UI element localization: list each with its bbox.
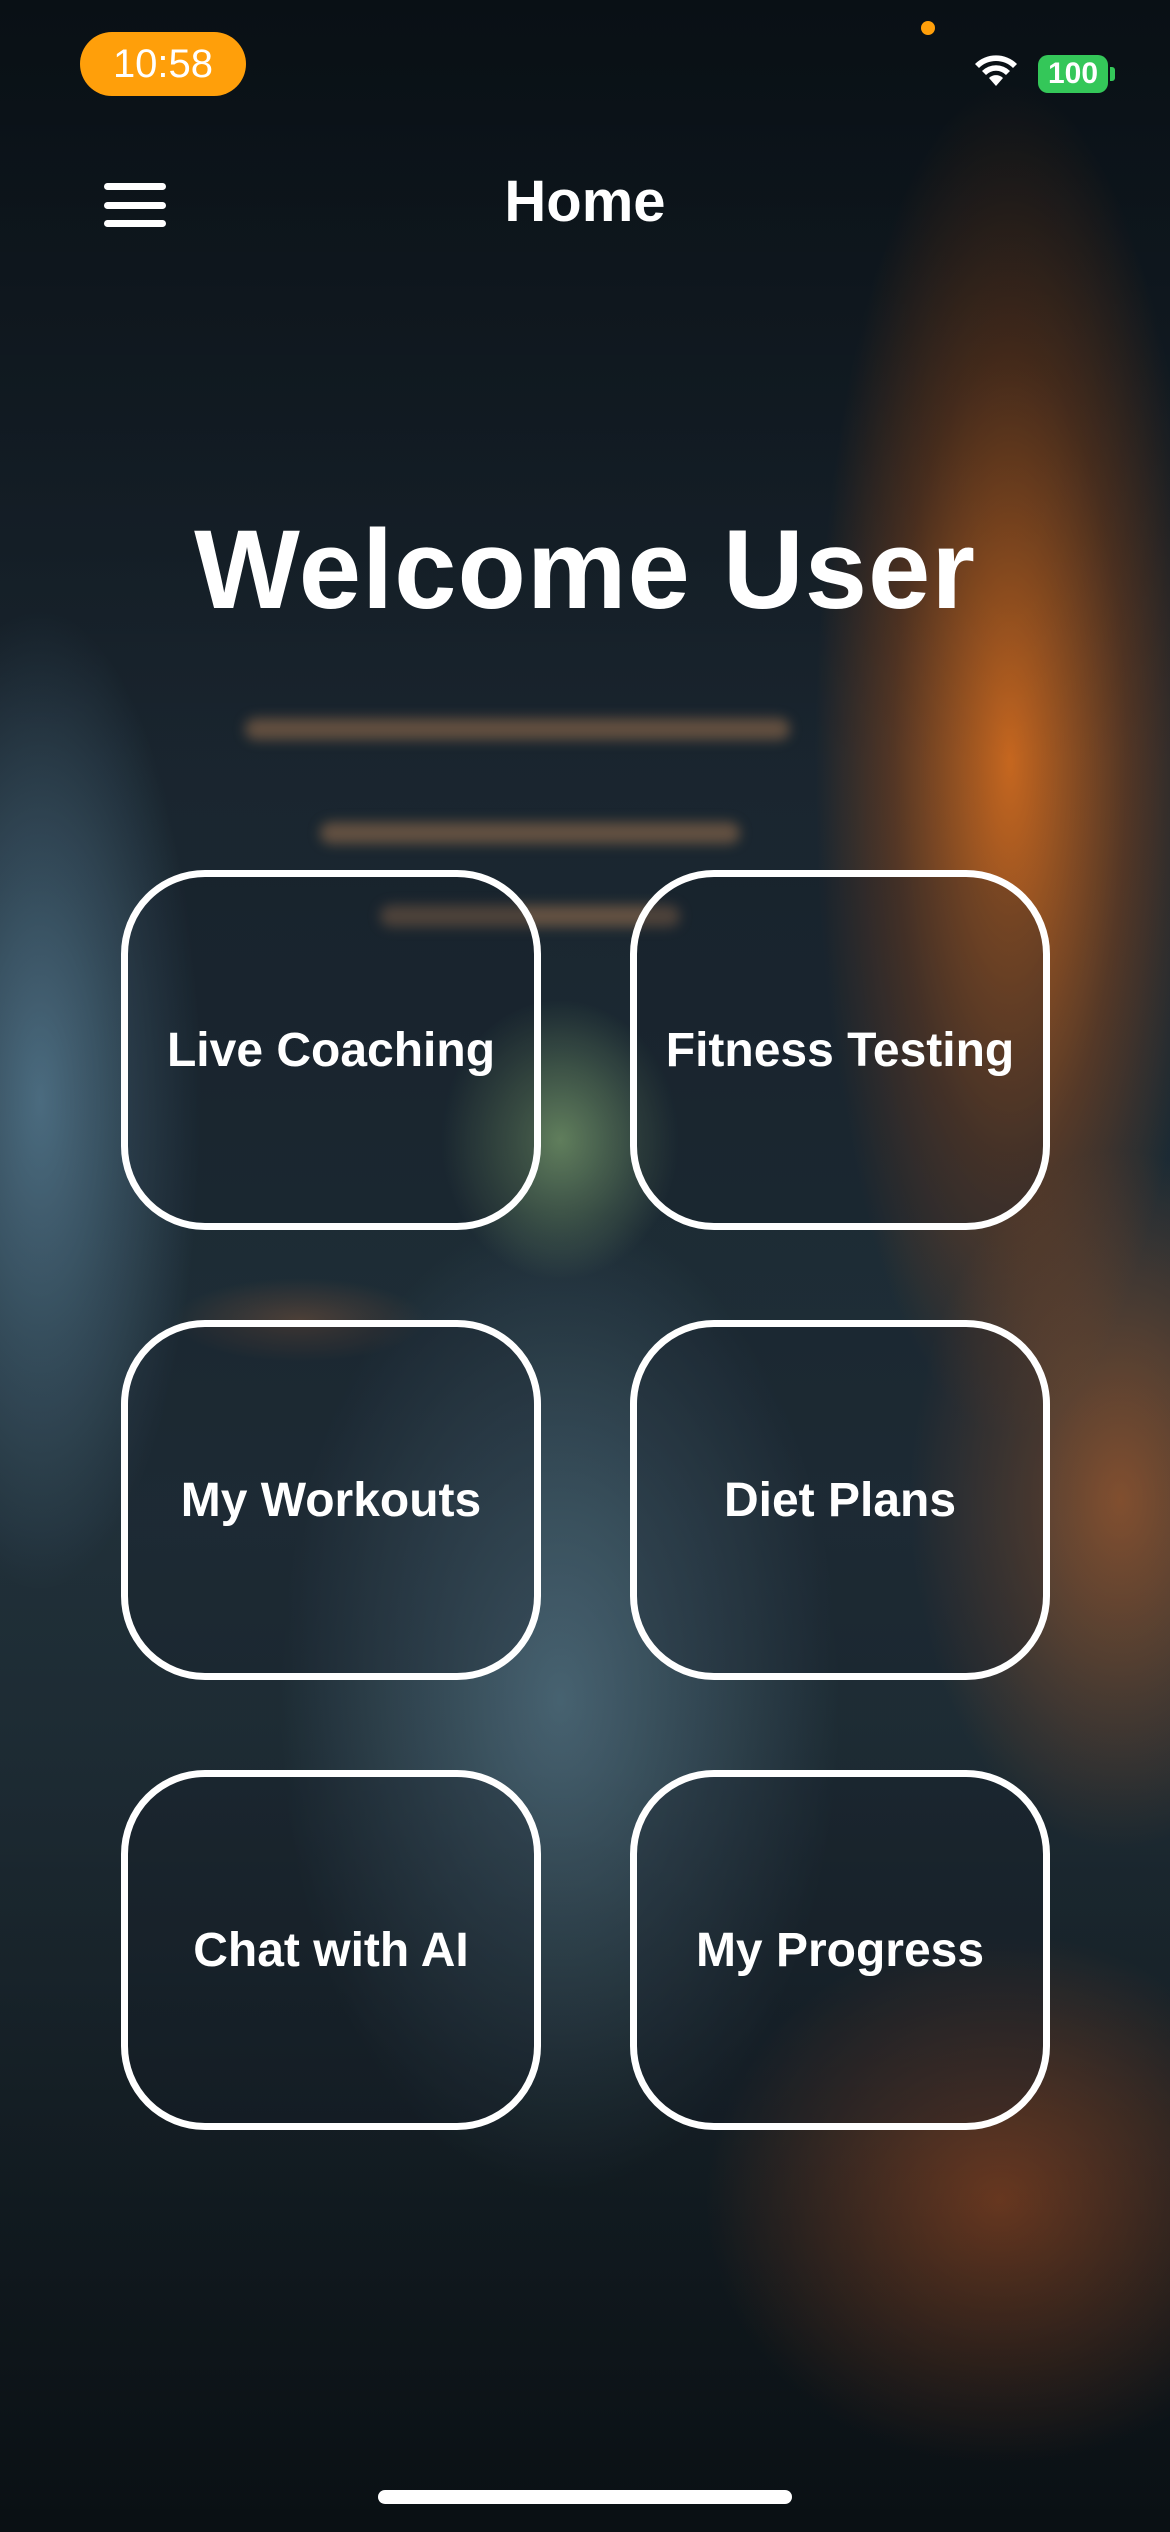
welcome-heading: Welcome User bbox=[194, 507, 976, 632]
privacy-indicator-dot bbox=[921, 21, 935, 35]
home-indicator[interactable] bbox=[378, 2490, 792, 2504]
status-bar: 10:58 100 bbox=[0, 0, 1170, 130]
wifi-icon bbox=[975, 55, 1017, 86]
battery-tip bbox=[1110, 67, 1115, 81]
live-coaching-button[interactable]: Live Coaching bbox=[121, 870, 541, 1230]
status-time: 10:58 bbox=[80, 32, 246, 96]
diet-plans-button[interactable]: Diet Plans bbox=[630, 1320, 1050, 1680]
background-shade bbox=[0, 0, 1170, 2532]
my-workouts-button[interactable]: My Workouts bbox=[121, 1320, 541, 1680]
chat-with-ai-button[interactable]: Chat with AI bbox=[121, 1770, 541, 2130]
page-title: Home bbox=[504, 169, 666, 234]
battery-indicator: 100 bbox=[1038, 55, 1108, 93]
my-progress-button[interactable]: My Progress bbox=[630, 1770, 1050, 2130]
fitness-testing-button[interactable]: Fitness Testing bbox=[630, 870, 1050, 1230]
